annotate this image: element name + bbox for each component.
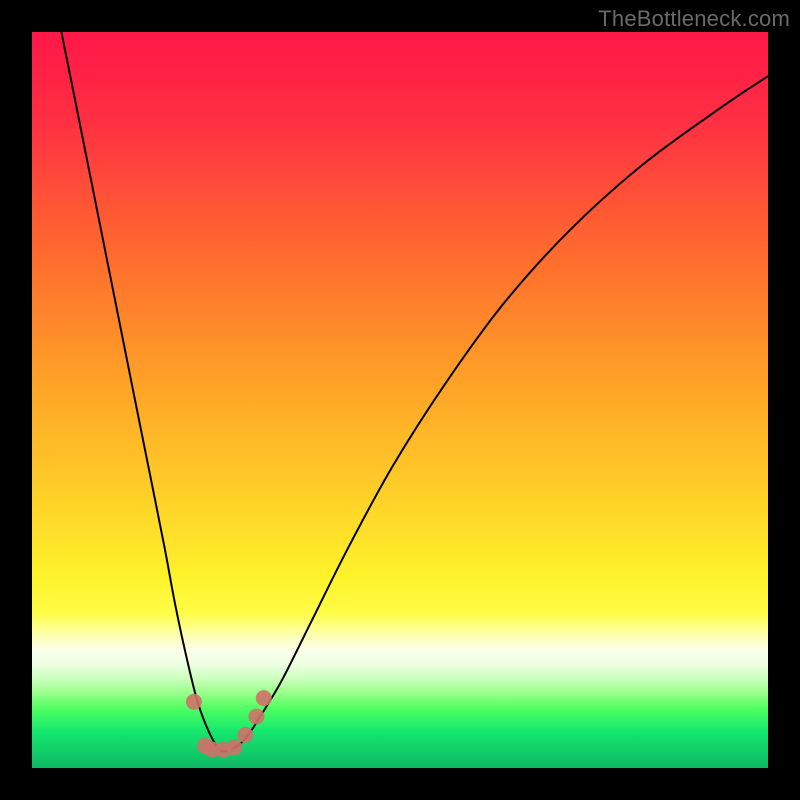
data-marker [237,727,253,743]
chart-frame: TheBottleneck.com [0,0,800,800]
data-marker [226,739,242,755]
chart-svg [32,32,768,768]
data-marker [249,709,265,725]
plot-area [32,32,768,768]
curve-markers [186,690,272,758]
data-marker [186,694,202,710]
bottleneck-curve [61,32,768,751]
watermark-text: TheBottleneck.com [598,6,790,32]
data-marker [256,690,272,706]
